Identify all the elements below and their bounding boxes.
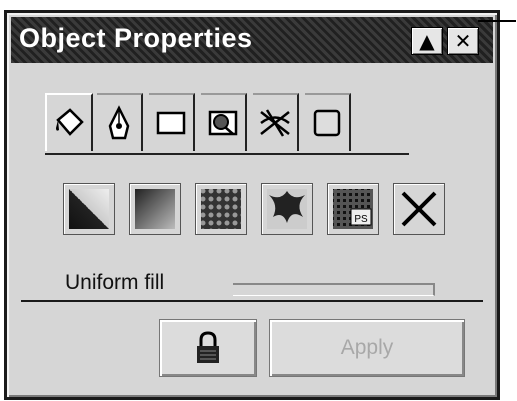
- divider: [21, 300, 483, 302]
- fill-group-frame: [233, 283, 435, 296]
- lock-button[interactable]: [159, 319, 257, 377]
- uniform-fill-icon: [69, 189, 109, 229]
- postscript-fill-button[interactable]: PS: [327, 183, 379, 235]
- lock-icon: [197, 331, 219, 363]
- pattern-fill-button[interactable]: [195, 183, 247, 235]
- rectangle-icon: [156, 111, 186, 135]
- square-icon: [313, 109, 341, 137]
- close-icon: ✕: [454, 29, 472, 53]
- postscript-fill-icon: PS: [333, 189, 373, 229]
- texture-fill-icon: [267, 189, 307, 229]
- fountain-fill-button[interactable]: [129, 183, 181, 235]
- no-fill-button[interactable]: [393, 183, 445, 235]
- warp-icon: [260, 109, 290, 137]
- tab-fill[interactable]: [45, 93, 93, 151]
- uniform-fill-button[interactable]: [63, 183, 115, 235]
- tab-effects[interactable]: [253, 93, 299, 151]
- pen-nib-icon: [108, 105, 130, 140]
- close-button[interactable]: ✕: [447, 27, 479, 55]
- tab-outline[interactable]: [97, 93, 143, 151]
- callout-line: [478, 20, 516, 22]
- tab-strip: [45, 93, 405, 151]
- tab-general[interactable]: [201, 93, 247, 151]
- object-properties-window: Object Properties ▲ ✕ PS Uniform fill Ap…: [4, 10, 500, 400]
- window-title: Object Properties: [19, 23, 253, 53]
- fill-type-label: Uniform fill: [65, 271, 165, 294]
- title-bar[interactable]: Object Properties ▲ ✕: [11, 17, 493, 63]
- tab-divider: [45, 153, 409, 155]
- svg-text:PS: PS: [354, 214, 368, 225]
- apply-label: Apply: [340, 336, 394, 359]
- texture-fill-button[interactable]: [261, 183, 313, 235]
- apply-button[interactable]: Apply: [269, 319, 465, 377]
- fill-bucket-icon: [56, 108, 84, 136]
- triangle-up-icon: ▲: [419, 29, 435, 53]
- tab-shape[interactable]: [149, 93, 195, 151]
- general-icon: [208, 110, 238, 136]
- fountain-fill-icon: [135, 189, 175, 229]
- roll-up-button[interactable]: ▲: [411, 27, 443, 55]
- fill-type-toolbar: PS: [63, 183, 463, 243]
- tab-object[interactable]: [305, 93, 351, 151]
- no-fill-icon: [401, 191, 437, 227]
- pattern-fill-icon: [201, 189, 241, 229]
